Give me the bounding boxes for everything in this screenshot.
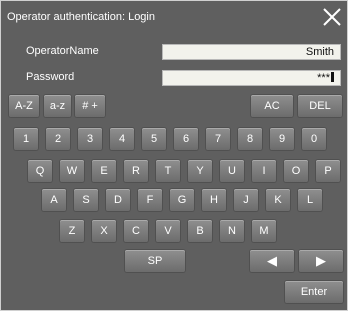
operator-name-field[interactable]: Smith xyxy=(162,44,341,60)
key-f[interactable]: F xyxy=(138,189,162,211)
key-a[interactable]: A xyxy=(42,189,66,211)
dialog-title: Operator authentication: Login xyxy=(7,11,155,23)
key-h[interactable]: H xyxy=(202,189,226,211)
delete-key[interactable]: DEL xyxy=(298,95,342,117)
mode-symbols-key[interactable]: # + xyxy=(75,95,105,117)
mode-lower-key[interactable]: a-z xyxy=(44,95,71,117)
key-p[interactable]: P xyxy=(316,160,340,182)
key-4[interactable]: 4 xyxy=(110,128,134,150)
key-l[interactable]: L xyxy=(298,189,322,211)
key-k[interactable]: K xyxy=(266,189,290,211)
operator-name-label: OperatorName xyxy=(26,45,99,57)
password-value: *** xyxy=(317,72,330,84)
key-u[interactable]: U xyxy=(220,160,244,182)
key-t[interactable]: T xyxy=(156,160,180,182)
key-6[interactable]: 6 xyxy=(174,128,198,150)
key-9[interactable]: 9 xyxy=(270,128,294,150)
key-m[interactable]: M xyxy=(252,220,276,242)
key-8[interactable]: 8 xyxy=(238,128,262,150)
space-key[interactable]: SP xyxy=(125,250,185,272)
login-dialog: Operator authentication: Login OperatorN… xyxy=(0,0,348,311)
key-2[interactable]: 2 xyxy=(46,128,70,150)
key-b[interactable]: B xyxy=(188,220,212,242)
key-c[interactable]: C xyxy=(124,220,148,242)
key-q[interactable]: Q xyxy=(28,160,52,182)
close-icon[interactable] xyxy=(319,4,345,30)
arrow-left-key[interactable]: ◀ xyxy=(250,250,294,272)
key-w[interactable]: W xyxy=(60,160,84,182)
password-label: Password xyxy=(26,71,75,83)
text-caret xyxy=(331,72,334,82)
all-clear-key[interactable]: AC xyxy=(251,95,293,117)
key-e[interactable]: E xyxy=(92,160,116,182)
key-j[interactable]: J xyxy=(234,189,258,211)
key-d[interactable]: D xyxy=(106,189,130,211)
key-x[interactable]: X xyxy=(92,220,116,242)
key-s[interactable]: S xyxy=(74,189,98,211)
key-1[interactable]: 1 xyxy=(14,128,38,150)
enter-key[interactable]: Enter xyxy=(285,281,343,303)
key-5[interactable]: 5 xyxy=(142,128,166,150)
key-r[interactable]: R xyxy=(124,160,148,182)
key-y[interactable]: Y xyxy=(188,160,212,182)
key-o[interactable]: O xyxy=(284,160,308,182)
key-3[interactable]: 3 xyxy=(78,128,102,150)
key-7[interactable]: 7 xyxy=(206,128,230,150)
key-g[interactable]: G xyxy=(170,189,194,211)
key-0[interactable]: 0 xyxy=(302,128,326,150)
password-field[interactable]: *** xyxy=(162,70,341,86)
key-i[interactable]: I xyxy=(252,160,276,182)
key-z[interactable]: Z xyxy=(60,220,84,242)
mode-upper-key[interactable]: A-Z xyxy=(9,95,39,117)
key-n[interactable]: N xyxy=(220,220,244,242)
arrow-right-key[interactable]: ▶ xyxy=(299,250,343,272)
key-v[interactable]: V xyxy=(156,220,180,242)
